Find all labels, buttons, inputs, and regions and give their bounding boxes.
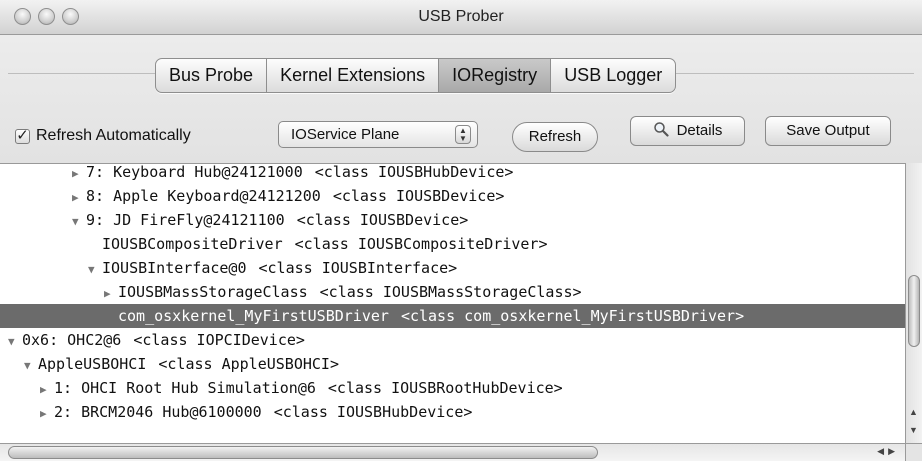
outline-row[interactable]: ▼ 0x6: OHC2@6 <class IOPCIDevice> [0, 328, 905, 352]
disclosure-triangle-down-icon[interactable]: ▼ [8, 330, 22, 354]
usb-prober-window: USB Prober Bus Probe Kernel Extensions I… [0, 0, 922, 461]
scroll-corner [905, 443, 922, 461]
details-button-label: Details [676, 122, 723, 139]
tab-usb-logger[interactable]: USB Logger [551, 59, 675, 92]
outline-row-class: <class IOPCIDevice> [133, 331, 305, 349]
outline-row-class: <class AppleUSBOHCI> [158, 355, 339, 373]
outline-row[interactable]: ▶ 8: Apple Keyboard@24121200 <class IOUSBD… [0, 184, 905, 208]
outline-row-class: <class IOUSBInterface> [258, 259, 458, 277]
outline-row-name: 1: OHCI Root Hub Simulation@6 [54, 379, 316, 397]
refresh-button[interactable]: Refresh [512, 122, 598, 152]
horizontal-scroll-arrows-icon[interactable]: ◀▶ [877, 446, 899, 457]
outline-row-name: 9: JD FireFly@24121100 [86, 211, 285, 229]
outline-row-class: <class IOUSBDevice> [332, 187, 505, 205]
outline-row-class: <class IOUSBMassStorageClass> [319, 283, 582, 301]
details-button[interactable]: Details [630, 116, 745, 146]
disclosure-triangle-down-icon[interactable]: ▼ [88, 258, 102, 282]
outline-row-name: 8: Apple Keyboard@24121200 [86, 187, 321, 205]
save-output-button[interactable]: Save Output [765, 116, 891, 146]
disclosure-triangle-right-icon[interactable]: ▶ [40, 378, 54, 402]
window-title: USB Prober [418, 8, 504, 25]
tab-ioregistry[interactable]: IORegistry [439, 59, 552, 92]
outline-row[interactable]: ▶ IOUSBMassStorageClass <class IOUSBMassSt… [0, 280, 905, 304]
outline-row[interactable]: ▶ 2: BRCM2046 Hub@6100000 <class IOUSBHubD… [0, 400, 905, 424]
title-bar: USB Prober [0, 0, 922, 35]
updown-arrows-icon: ▲ ▼ [455, 125, 471, 144]
disclosure-triangle-down-icon[interactable]: ▼ [72, 210, 86, 234]
outline-row[interactable]: com_osxkernel_MyFirstUSBDriver <class com… [0, 304, 905, 328]
outline-row[interactable]: IOUSBCompositeDriver <class IOUSBComposit… [0, 232, 905, 256]
outline-row-name: IOUSBInterface@0 [102, 259, 247, 277]
refresh-automatically-label: Refresh Automatically [36, 127, 191, 144]
tab-bus-probe[interactable]: Bus Probe [156, 59, 268, 92]
vertical-scroll-thumb[interactable] [908, 275, 920, 347]
magnifier-icon [653, 119, 669, 147]
horizontal-scrollbar[interactable]: ◀▶ [0, 443, 905, 461]
outline-row-class: <class IOUSBRootHubDevice> [327, 379, 563, 397]
tab-bar: Bus Probe Kernel Extensions IORegistry U… [155, 58, 677, 93]
outline-row-name: 0x6: OHC2@6 [22, 331, 122, 349]
ioregistry-outline-view[interactable]: ▶ 7: Keyboard Hub@24121000 <class IOUSBHub… [0, 163, 905, 444]
outline-row-name: AppleUSBOHCI [38, 355, 147, 373]
outline-row-class: <class com_osxkernel_MyFirstUSBDriver> [400, 307, 745, 325]
horizontal-scroll-thumb[interactable] [8, 446, 598, 459]
outline-row-name: 7: Keyboard Hub@24121000 [86, 163, 303, 181]
outline-row-class: <class IOUSBDevice> [296, 211, 469, 229]
outline-row-name: IOUSBCompositeDriver [102, 235, 283, 253]
disclosure-triangle-right-icon[interactable]: ▶ [72, 164, 86, 186]
outline-row-class: <class IOUSBCompositeDriver> [294, 235, 548, 253]
tab-kernel-extensions[interactable]: Kernel Extensions [267, 59, 440, 92]
outline-row[interactable]: ▼ IOUSBInterface@0 <class IOUSBInterface> [0, 256, 905, 280]
plane-select-value: IOService Plane [291, 126, 400, 143]
disclosure-triangle-down-icon[interactable]: ▼ [24, 354, 38, 378]
outline-row-class: <class IOUSBHubDevice> [273, 403, 473, 421]
outline-row[interactable]: ▶ 7: Keyboard Hub@24121000 <class IOUSBHub… [0, 163, 905, 186]
disclosure-triangle-right-icon[interactable]: ▶ [40, 402, 54, 426]
vertical-scrollbar[interactable]: ▲ ▼ [905, 163, 922, 443]
outline-row-class: <class IOUSBHubDevice> [314, 163, 514, 181]
outline-row[interactable]: ▼ AppleUSBOHCI <class AppleUSBOHCI> [0, 352, 905, 376]
scroll-down-arrow-icon[interactable]: ▼ [909, 425, 918, 435]
outline-row[interactable]: ▶ 1: OHCI Root Hub Simulation@6 <class IOU… [0, 376, 905, 400]
disclosure-triangle-right-icon[interactable]: ▶ [72, 186, 86, 210]
disclosure-triangle-right-icon[interactable]: ▶ [104, 282, 118, 306]
outline-row-name: 2: BRCM2046 Hub@6100000 [54, 403, 262, 421]
outline-row-name: com_osxkernel_MyFirstUSBDriver [118, 307, 389, 325]
refresh-automatically-checkbox[interactable]: ✓ [15, 128, 30, 144]
scroll-up-arrow-icon[interactable]: ▲ [909, 407, 918, 417]
plane-select[interactable]: IOService Plane ▲ ▼ [278, 121, 478, 148]
outline-row-name: IOUSBMassStorageClass [118, 283, 308, 301]
outline-row[interactable]: ▼ 9: JD FireFly@24121100 <class IOUSBDevic… [0, 208, 905, 232]
